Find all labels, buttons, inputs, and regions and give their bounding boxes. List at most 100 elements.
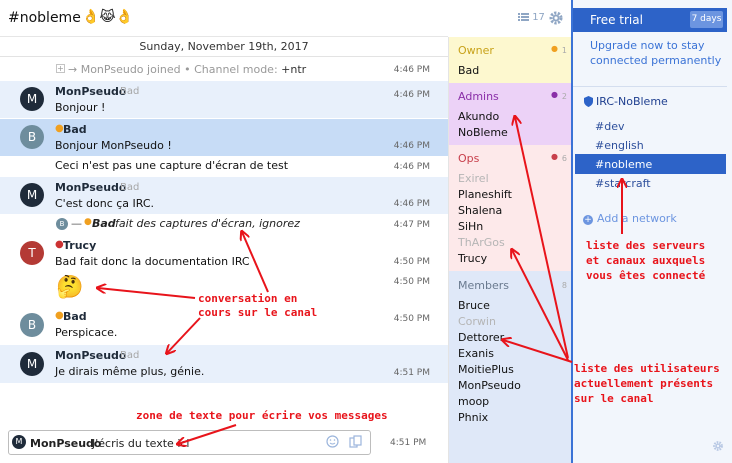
input-nick[interactable]: MonPseudo: [30, 437, 101, 450]
message-nick[interactable]: Bad: [63, 123, 87, 136]
channel-item[interactable]: #english: [595, 139, 644, 152]
avatar[interactable]: M: [20, 87, 44, 111]
member-name[interactable]: Dettorer: [458, 331, 504, 344]
op-dot-icon: ●: [551, 152, 558, 161]
member-name[interactable]: Bruce: [458, 299, 490, 312]
member-name[interactable]: Bad: [458, 64, 479, 77]
group-count: 1: [561, 46, 567, 55]
group-label: Ops: [458, 152, 480, 165]
member-name[interactable]: Exirel: [458, 172, 489, 185]
message-time: 4:50 PM: [393, 277, 430, 287]
member-name[interactable]: NoBleme: [458, 126, 508, 139]
avatar[interactable]: B: [56, 218, 68, 230]
owner-dot-icon: ●: [551, 44, 558, 53]
annotation-users-2: actuellement présents: [574, 377, 714, 390]
annotation-conversation-2: cours sur le canal: [198, 306, 318, 319]
action-message: B — ● Bad fait des captures d'écran, ign…: [0, 215, 448, 235]
member-name[interactable]: Planeshift: [458, 188, 512, 201]
avatar[interactable]: B: [20, 313, 44, 337]
member-name[interactable]: SiHn: [458, 220, 483, 233]
message-text: Bonjour MonPseudo !: [55, 139, 172, 152]
expand-icon[interactable]: +: [56, 64, 65, 73]
gear-icon[interactable]: [712, 440, 724, 452]
member-name[interactable]: ThArGos: [458, 236, 505, 249]
action-text: fait des captures d'écran, ignorez: [115, 217, 300, 230]
message-row: B ● Bad Bonjour MonPseudo ! 4:46 PM: [0, 119, 448, 156]
input-text[interactable]: J'écris du texte ici: [92, 437, 189, 450]
annotation-servers-2: et canaux auxquels: [586, 254, 706, 267]
avatar[interactable]: B: [20, 125, 44, 149]
system-join: joined: [147, 63, 181, 76]
channel-item[interactable]: #starcraft: [595, 177, 651, 190]
avatar: M: [12, 435, 26, 449]
member-name[interactable]: Exanis: [458, 347, 494, 360]
message-text: Ceci n'est pas une capture d'écran de te…: [55, 159, 289, 172]
message-text: Perspicace.: [55, 326, 118, 339]
member-name[interactable]: MoitiePlus: [458, 363, 514, 376]
channel-item[interactable]: #dev: [595, 120, 624, 133]
network-name[interactable]: IRC-NoBleme: [596, 95, 668, 108]
message-time: 4:46 PM: [393, 90, 430, 100]
message-row: M MonPseudo Bad C'est donc ça IRC. 4:46 …: [0, 177, 448, 214]
user-count: 17: [532, 12, 545, 23]
avatar[interactable]: M: [20, 183, 44, 207]
sidebar-divider: [573, 86, 727, 87]
group-count: 2: [561, 92, 567, 101]
group-count: 6: [561, 154, 567, 163]
channel-topic-emoji: 👌😹👌: [82, 9, 134, 25]
action-dash: —: [71, 217, 82, 230]
avatar[interactable]: M: [20, 352, 44, 376]
trial-days-badge: 7 days: [690, 11, 723, 28]
message-text: C'est donc ça IRC.: [55, 197, 155, 210]
admin-dot-icon: ●: [551, 90, 558, 99]
message-row: T ● Trucy Bad fait donc la documentation…: [0, 236, 448, 273]
member-name[interactable]: Shalena: [458, 204, 502, 217]
member-name[interactable]: Trucy: [458, 252, 487, 265]
message-time: 4:46 PM: [393, 141, 430, 151]
message-nick[interactable]: MonPseudo: [55, 349, 126, 362]
message-nick[interactable]: MonPseudo: [55, 85, 126, 98]
system-actor: → MonPseudo: [68, 63, 144, 76]
input-time: 4:51 PM: [390, 438, 427, 448]
group-owner: Owner ● 1 Bad: [449, 37, 572, 83]
message-text: Bonjour !: [55, 101, 106, 114]
system-mode-label: • Channel mode:: [184, 63, 278, 76]
member-list: Owner ● 1 Bad Admins ● 2 Akundo NoBleme …: [448, 37, 572, 463]
member-name[interactable]: Phnix: [458, 411, 488, 424]
channel-item-active[interactable]: #nobleme: [595, 158, 652, 171]
add-network-label: Add a network: [597, 212, 677, 225]
message-nick[interactable]: Trucy: [63, 239, 96, 252]
system-mode: +ntr: [281, 63, 307, 76]
message-time: 4:50 PM: [393, 314, 430, 324]
member-name[interactable]: MonPseudo: [458, 379, 521, 392]
member-name[interactable]: Corwin: [458, 315, 496, 328]
upload-icon[interactable]: [349, 435, 362, 448]
message-time: 4:46 PM: [393, 65, 430, 75]
upgrade-link[interactable]: Upgrade now to stay connected permanentl…: [590, 38, 726, 68]
channel-title: #nobleme: [8, 10, 81, 26]
member-name[interactable]: moop: [458, 395, 489, 408]
message-mode: Bad: [120, 86, 140, 97]
message-time: 4:50 PM: [393, 257, 430, 267]
user-list-toggle[interactable]: 17: [518, 12, 545, 23]
avatar[interactable]: T: [20, 241, 44, 265]
message-text: Je dirais même plus, génie.: [55, 365, 205, 378]
message-nick[interactable]: MonPseudo: [55, 181, 126, 194]
member-name[interactable]: Akundo: [458, 110, 499, 123]
message-nick[interactable]: Bad: [63, 310, 87, 323]
annotation-conversation-1: conversation en: [198, 292, 298, 305]
add-network-button[interactable]: + Add a network: [583, 212, 677, 225]
action-nick[interactable]: Bad: [92, 217, 116, 230]
annotation-textzone: zone de texte pour écrire vos messages: [136, 409, 388, 422]
plus-icon: +: [583, 215, 593, 225]
gear-icon[interactable]: [548, 10, 564, 26]
op-dot-icon: ●: [84, 217, 92, 227]
date-divider: Sunday, November 19th, 2017: [0, 37, 448, 57]
group-label: Owner: [458, 44, 494, 57]
group-ops: Ops ● 6 Exirel Planeshift Shalena SiHn T…: [449, 145, 572, 271]
group-admins: Admins ● 2 Akundo NoBleme: [449, 83, 572, 145]
emoji-icon[interactable]: [326, 435, 339, 448]
message-mode: Bad: [120, 350, 140, 361]
group-label: Members: [458, 279, 509, 292]
group-count: 8: [561, 281, 567, 290]
